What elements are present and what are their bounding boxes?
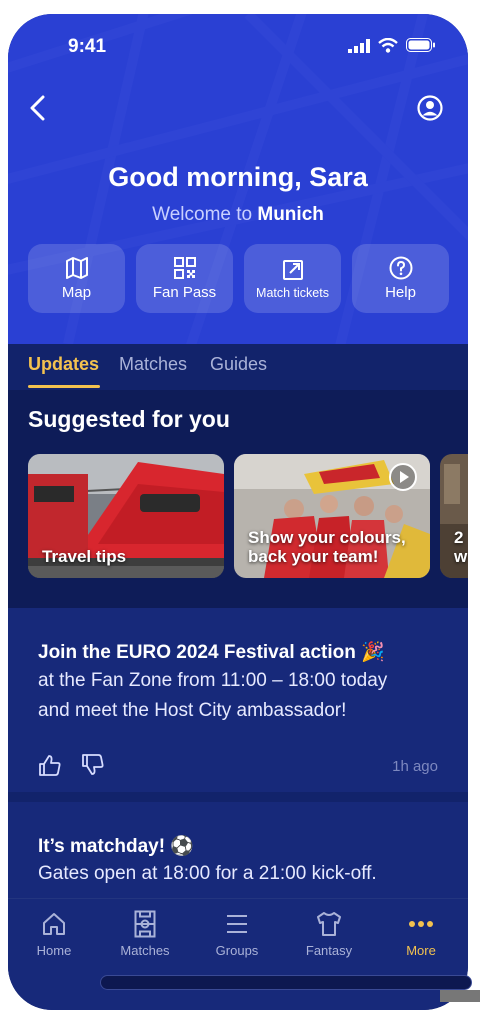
thumbs-down-icon[interactable] [81,754,105,776]
welcome-text: Welcome to Munich [8,204,468,226]
post-title: It’s matchday! ⚽ [38,836,194,857]
caption-line-2: back your team! [248,547,379,566]
match-tickets-label: Match tickets [256,285,329,300]
post-body: Gates open at 18:00 for a 21:00 kick-off… [38,859,448,889]
post-title: Join the EURO 2024 Festival action 🎉 [38,642,385,663]
status-bar: 9:41 [8,36,468,60]
signal-icon [348,38,370,53]
back-button[interactable] [20,90,56,126]
screenshot-edge [440,990,480,1002]
tabbar-groups[interactable]: Groups [197,909,277,958]
caption-line-1: 2 [454,528,464,547]
list-icon [227,915,247,933]
card-caption: 2 w [454,528,467,566]
qr-code-icon [173,257,196,279]
suggested-title: Suggested for you [28,406,230,432]
greeting-text: Good morning, Sara [108,162,368,192]
match-tickets-button[interactable]: Match tickets [244,244,341,313]
post-line-1: at the Fan Zone from 11:00 – 18:00 today [38,670,388,691]
fan-pass-button[interactable]: Fan Pass [136,244,233,313]
post-line-1: Gates open at 18:00 for a 21:00 kick-off… [38,863,377,884]
help-circle-icon [389,256,412,280]
map-button[interactable]: Map [28,244,125,313]
quick-actions: Map Fan Pass Match tickets Help [28,244,449,313]
tab-updates[interactable]: Updates [28,354,99,375]
profile-button[interactable] [412,90,448,126]
tabbar-fantasy[interactable]: Fantasy [289,909,369,958]
card-caption: Travel tips [42,547,127,566]
card-show-your-colours[interactable]: Show your colours, back your team! [234,454,430,578]
card-caption: Show your colours, back your team! [248,528,406,566]
tabbar-matches[interactable]: Matches [105,909,185,958]
fan-pass-label: Fan Pass [152,284,217,301]
tabbar-label: More [406,943,436,958]
external-link-icon [282,259,303,280]
tab-matches[interactable]: Matches [119,354,187,375]
home-indicator[interactable] [100,975,472,990]
help-button[interactable]: Help [352,244,449,313]
tabbar-label: Groups [215,943,259,958]
post-festival[interactable]: Join the EURO 2024 Festival action 🎉 at … [8,608,468,792]
tabbar-more[interactable]: More [381,909,461,958]
thumbs-up-icon[interactable] [38,754,62,776]
map-icon [65,257,88,279]
content-tabs: Updates Matches Guides [8,344,468,390]
post-line-2: and meet the Host City ambassador! [38,700,347,721]
wifi-icon [378,38,398,53]
battery-icon [406,38,435,52]
map-label: Map [61,284,92,301]
suggested-section: Suggested for you Travel tips Show your … [8,390,468,608]
shirt-icon [317,912,341,936]
tab-guides[interactable]: Guides [210,354,267,375]
play-video-icon[interactable] [388,462,418,492]
user-circle-icon [417,95,443,121]
card-partial[interactable]: 2 w [440,454,468,578]
card-travel-tips[interactable]: Travel tips [28,454,224,578]
more-dots-icon [409,921,433,927]
tabbar-label: Matches [120,943,170,958]
pitch-icon [134,910,156,938]
city-name: Munich [257,204,324,225]
header: 9:41 Good morning, Sara Welcome to Munic… [8,14,468,344]
phone-screen: 9:41 Good morning, Sara Welcome to Munic… [8,14,468,1010]
caption-line-2: w [454,547,468,566]
tabbar-home[interactable]: Home [14,909,94,958]
status-time: 9:41 [68,36,107,57]
active-tab-indicator [28,385,100,388]
caption-line-1: Show your colours, [248,528,406,547]
welcome-prefix: Welcome to [152,204,253,225]
help-label: Help [385,284,416,301]
bottom-tab-bar: Home Matches Groups Fantasy More [8,898,468,1010]
home-icon [43,913,65,935]
tabbar-label: Home [36,943,72,958]
chevron-left-icon [30,95,45,121]
post-timestamp: 1h ago [392,758,438,775]
tabbar-label: Fantasy [305,943,353,958]
post-body: at the Fan Zone from 11:00 – 18:00 today… [38,666,448,726]
